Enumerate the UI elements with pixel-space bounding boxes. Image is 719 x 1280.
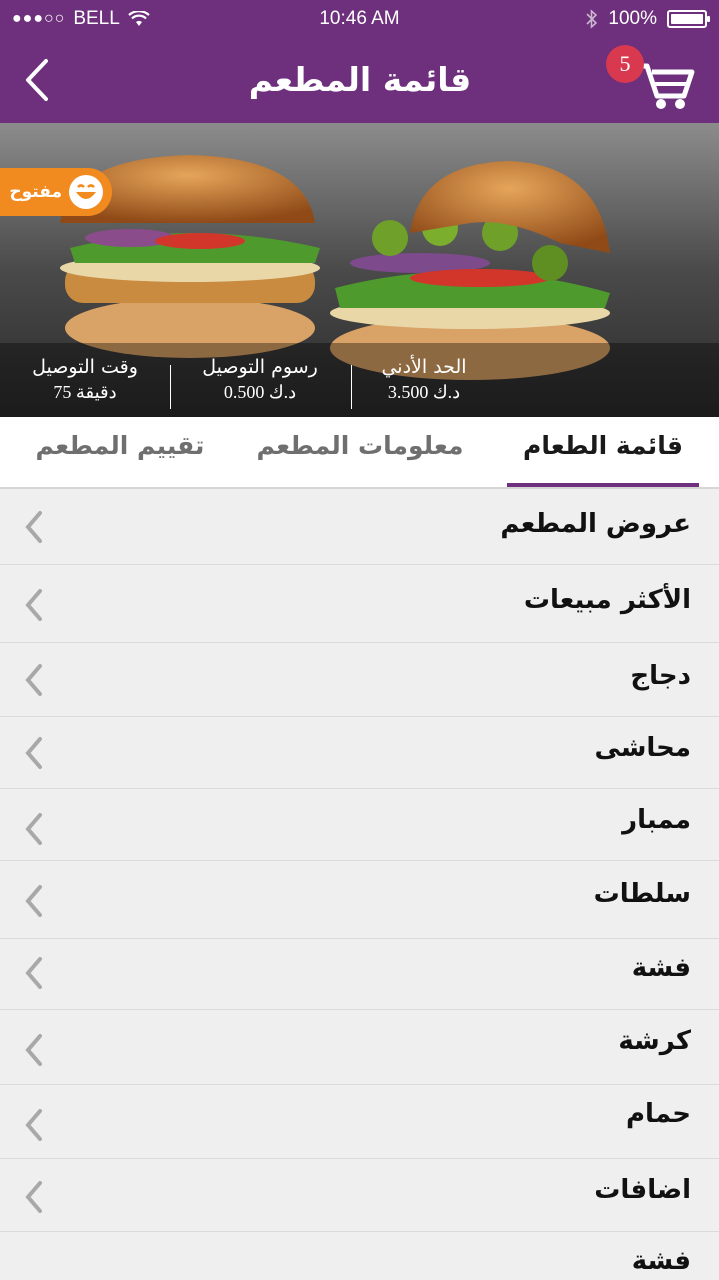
list-item[interactable]: اضافات [0, 1159, 719, 1232]
list-item-label: ممبار [622, 805, 691, 835]
battery-icon [667, 10, 710, 28]
smile-icon [69, 175, 103, 209]
min-order-label: الحد الأدني [381, 356, 467, 378]
app-header: ●●●○○ BELL 10:46 AM 100% قائمة المطعم 5 [0, 0, 719, 123]
chevron-left-icon [25, 957, 42, 989]
info-divider [170, 365, 171, 409]
list-item-label: دجاج [630, 661, 691, 691]
bluetooth-icon [586, 9, 598, 29]
chevron-left-icon [25, 813, 42, 845]
delivery-time-label: وقت التوصيل [32, 356, 138, 378]
list-item[interactable]: دجاج [0, 643, 719, 717]
chevron-left-icon [25, 1034, 42, 1066]
list-item-label: محاشى [594, 733, 691, 763]
list-item[interactable]: فشة [0, 1232, 719, 1280]
list-item-label: الأكثر مبيعات [523, 585, 691, 615]
list-item-label: فشة [631, 953, 691, 983]
list-item-label: كرشة [618, 1026, 691, 1056]
open-status-label: مفتوح [9, 182, 62, 202]
delivery-fee-info: رسوم التوصيل 0.500 د.ك [175, 356, 345, 403]
chevron-left-icon [25, 1109, 42, 1141]
list-item[interactable]: فشة [0, 939, 719, 1010]
list-item[interactable]: سلطات [0, 861, 719, 939]
delivery-time-value: 75 دقيقة [53, 382, 117, 402]
chevron-left-icon [25, 589, 42, 621]
battery-percent: 100% [608, 8, 657, 29]
list-item-label: حمام [626, 1099, 691, 1129]
tab-bar: قائمة الطعام معلومات المطعم تقييم المطعم [0, 417, 719, 489]
info-divider [351, 365, 352, 409]
list-item[interactable]: محاشى [0, 717, 719, 789]
tab-restaurant-info[interactable]: معلومات المطعم [240, 431, 480, 460]
list-item-label: فشة [631, 1246, 691, 1276]
list-item[interactable]: عروض المطعم [0, 489, 719, 565]
status-bar: ●●●○○ BELL 10:46 AM 100% [0, 0, 719, 40]
list-item-label: اضافات [594, 1175, 691, 1205]
min-order-info: الحد الأدني 3.500 د.ك [339, 356, 509, 403]
back-arrow-icon[interactable] [18, 55, 58, 105]
active-tab-indicator [507, 483, 699, 487]
list-item-label: عروض المطعم [500, 509, 691, 539]
page-title: قائمة المطعم [248, 60, 472, 99]
chevron-left-icon [25, 1181, 42, 1213]
delivery-time-info: وقت التوصيل 75 دقيقة [0, 356, 170, 403]
chevron-left-icon [25, 737, 42, 769]
delivery-fee-label: رسوم التوصيل [202, 356, 318, 378]
tab-food-menu[interactable]: قائمة الطعام [507, 431, 699, 460]
list-item-label: سلطات [593, 879, 691, 909]
delivery-fee-value: 0.500 د.ك [223, 382, 297, 402]
chevron-left-icon [25, 885, 42, 917]
list-item[interactable]: الأكثر مبيعات [0, 565, 719, 643]
list-item[interactable]: حمام [0, 1085, 719, 1159]
list-item[interactable]: كرشة [0, 1010, 719, 1085]
chevron-left-icon [25, 664, 42, 696]
chevron-left-icon [25, 511, 42, 543]
list-item[interactable]: ممبار [0, 789, 719, 861]
cart-count-badge: 5 [606, 45, 644, 83]
min-order-value: 3.500 د.ك [387, 382, 461, 402]
open-status-badge: مفتوح [0, 168, 112, 216]
tab-restaurant-rating[interactable]: تقييم المطعم [20, 431, 220, 460]
